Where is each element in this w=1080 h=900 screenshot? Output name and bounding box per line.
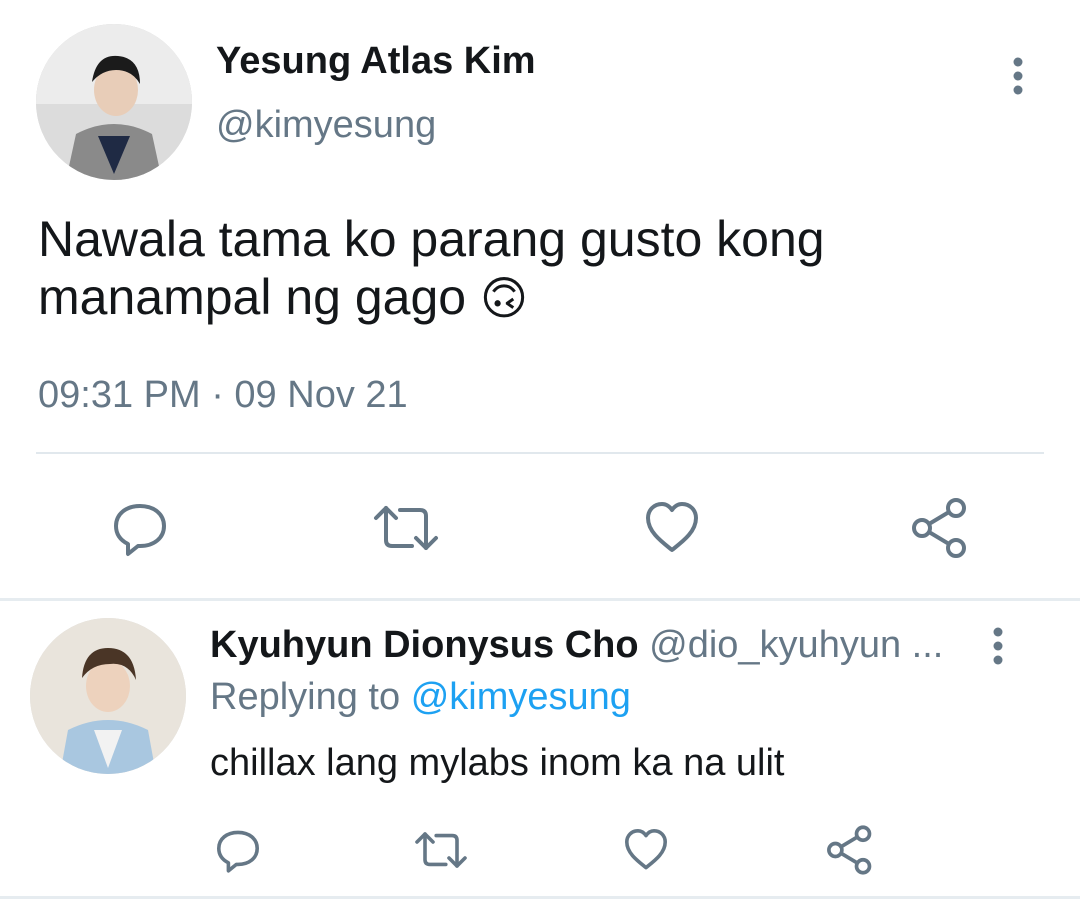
tweet-text: Nawala tama ko parang gusto kong manampa… xyxy=(38,210,825,327)
reply-share-icon[interactable] xyxy=(824,824,876,876)
reply-more-options-icon[interactable] xyxy=(984,626,1012,666)
reply-header: Kyuhyun Dionysus Cho @dio_kyuhyun ... xyxy=(210,624,943,667)
retweet-icon[interactable] xyxy=(370,498,442,558)
author-avatar-photo xyxy=(36,24,192,180)
author-avatar[interactable] xyxy=(36,24,192,180)
author-handle[interactable]: @kimyesung xyxy=(216,104,436,147)
replying-to-handle-link[interactable]: @kimyesung xyxy=(411,676,631,718)
bottom-divider xyxy=(0,896,1080,899)
share-icon[interactable] xyxy=(908,496,972,560)
section-divider xyxy=(0,598,1080,601)
reply-author-handle[interactable]: @dio_kyuhyun ... xyxy=(649,624,943,666)
reply-like-icon[interactable] xyxy=(622,826,670,874)
reply-author-avatar[interactable] xyxy=(30,618,186,774)
tweet-text-line-1: Nawala tama ko parang gusto kong xyxy=(38,211,825,267)
reply-author-name[interactable]: Kyuhyun Dionysus Cho xyxy=(210,624,639,666)
reply-retweet-icon[interactable] xyxy=(412,826,470,874)
reply-author-avatar-photo xyxy=(30,618,186,774)
upside-down-face-emoji: 🙃 xyxy=(479,271,528,325)
tweet-text-line-2-text: manampal ng gago xyxy=(38,269,467,325)
reply-text: chillax lang mylabs inom ka na ulit xyxy=(210,742,785,784)
replying-to-label: Replying to xyxy=(210,676,401,718)
replying-to: Replying to @kimyesung xyxy=(210,676,631,719)
more-options-icon[interactable] xyxy=(1004,56,1032,96)
tweet-timestamp: 09:31 PM · 09 Nov 21 xyxy=(38,374,408,416)
author-name[interactable]: Yesung Atlas Kim xyxy=(216,40,536,83)
like-icon[interactable] xyxy=(642,498,702,558)
tweet-divider xyxy=(36,452,1044,454)
reply-reply-icon[interactable] xyxy=(214,826,262,874)
reply-icon[interactable] xyxy=(110,498,170,558)
tweet-text-line-2: manampal ng gago 🙃 xyxy=(38,268,825,327)
